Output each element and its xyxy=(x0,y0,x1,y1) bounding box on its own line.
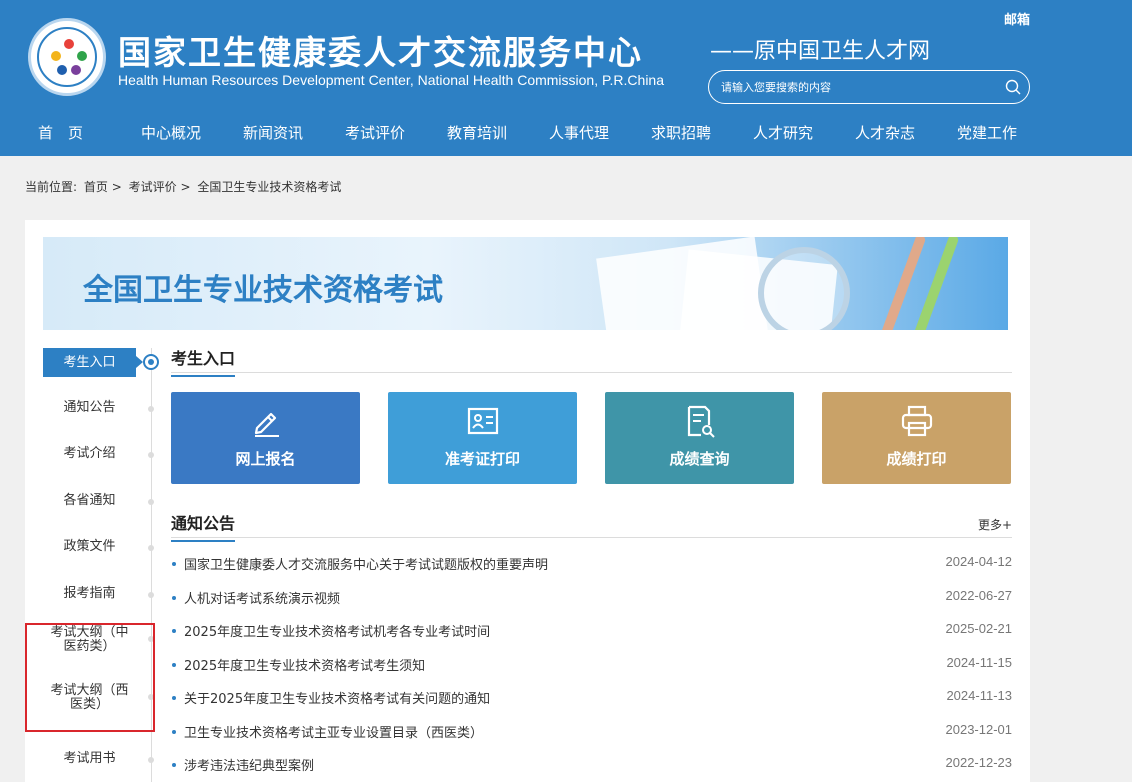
main-card: 全国卫生专业技术资格考试 考生入口 通知公告 考试介绍 各省通知 政策文件 报考… xyxy=(25,220,1030,782)
site-subtitle: Health Human Resources Development Cente… xyxy=(118,72,664,88)
notice-title[interactable]: 关于2025年度卫生专业技术资格考试有关问题的通知 xyxy=(184,688,490,707)
score-print-tile[interactable]: 成绩打印 xyxy=(822,392,1011,484)
site-title: 国家卫生健康委人才交流服务中心 xyxy=(118,33,643,72)
notice-title[interactable]: 人机对话考试系统演示视频 xyxy=(184,588,340,607)
logo-figure-icon xyxy=(64,39,74,49)
notice-date: 2022-12-23 xyxy=(945,755,1013,770)
nav-magazine[interactable]: 人才杂志 xyxy=(855,122,915,143)
highlight-box xyxy=(25,623,155,732)
notice-title[interactable]: 卫生专业技术资格考试主亚专业设置目录（西医类） xyxy=(184,722,483,741)
notice-date: 2023-12-01 xyxy=(945,721,1013,737)
bullet xyxy=(172,696,176,700)
nav-news[interactable]: 新闻资讯 xyxy=(243,122,303,143)
sidebar-dot xyxy=(148,452,154,458)
entrance-section-header: 考生入口 xyxy=(171,345,1012,377)
tile-label: 成绩查询 xyxy=(669,450,730,468)
tile-label: 成绩打印 xyxy=(886,450,947,468)
sidebar-dot xyxy=(148,545,154,551)
breadcrumb-current: 全国卫生专业技术资格考试 xyxy=(197,180,342,194)
tile-label: 准考证打印 xyxy=(444,450,520,468)
list-item[interactable]: 卫生专业技术资格考试主亚专业设置目录（西医类） 2023-12-01 xyxy=(171,720,1012,754)
search-input[interactable] xyxy=(721,77,991,97)
nav-about[interactable]: 中心概况 xyxy=(141,122,201,143)
site-logo[interactable] xyxy=(28,18,106,96)
sidebar-dot xyxy=(148,757,154,763)
id-card-icon xyxy=(467,407,499,435)
search-icon[interactable] xyxy=(1005,79,1021,95)
breadcrumb-exam[interactable]: 考试评价 xyxy=(129,180,177,194)
notices-section-header: 通知公告 更多+ xyxy=(171,510,1012,542)
list-item[interactable]: 2025年度卫生专业技术资格考试考生须知 2024-11-15 xyxy=(171,653,1012,687)
list-item[interactable]: 人机对话考试系统演示视频 2022-06-27 xyxy=(171,586,1012,620)
notice-date: 2024-11-13 xyxy=(946,688,1012,703)
bullet xyxy=(172,595,176,600)
logo-ring xyxy=(37,27,97,87)
breadcrumb-separator: > xyxy=(180,180,191,194)
notice-title[interactable]: 涉考违法违纪典型案例 xyxy=(184,755,314,774)
mailbox-link[interactable]: 邮箱 xyxy=(1004,9,1030,28)
sidebar-dot xyxy=(148,406,154,412)
site-header: 国家卫生健康委人才交流服务中心 Health Human Resources D… xyxy=(0,0,1132,156)
notice-list: 国家卫生健康委人才交流服务中心关于考试试题版权的重要声明 2024-04-12 … xyxy=(171,552,1012,782)
nav-personnel[interactable]: 人事代理 xyxy=(549,122,609,143)
score-query-tile[interactable]: 成绩查询 xyxy=(605,392,794,484)
sidebar-item-exam-intro[interactable]: 考试介绍 xyxy=(43,447,136,461)
sidebar-dot xyxy=(148,592,154,598)
notice-title[interactable]: 2025年度卫生专业技术资格考试机考各专业考试时间 xyxy=(184,621,490,640)
tile-label: 网上报名 xyxy=(235,450,296,468)
sidebar-item-policy[interactable]: 政策文件 xyxy=(43,540,136,554)
list-item[interactable]: 关于2025年度卫生专业技术资格考试有关问题的通知 2024-11-13 xyxy=(171,686,1012,720)
notices-heading: 通知公告 xyxy=(171,510,236,542)
list-item[interactable]: 涉考违法违纪典型案例 2022-12-23 xyxy=(171,753,1012,782)
nav-training[interactable]: 教育培训 xyxy=(447,122,507,143)
bullet xyxy=(172,562,176,566)
breadcrumb-label: 当前位置: xyxy=(25,180,78,194)
nav-home[interactable]: 首 页 xyxy=(38,122,83,143)
notice-title[interactable]: 2025年度卫生专业技术资格考试考生须知 xyxy=(184,655,425,674)
more-link[interactable]: 更多+ xyxy=(978,516,1012,533)
logo-figure-icon xyxy=(57,65,67,75)
admission-ticket-tile[interactable]: 准考证打印 xyxy=(388,392,577,484)
notice-date: 2022-06-27 xyxy=(945,587,1013,603)
logo-figure-icon xyxy=(77,51,87,61)
notice-date: 2025-02-21 xyxy=(945,621,1013,636)
search-box xyxy=(708,70,1030,104)
banner: 全国卫生专业技术资格考试 xyxy=(43,237,1008,330)
list-item[interactable]: 国家卫生健康委人才交流服务中心关于考试试题版权的重要声明 2024-04-12 xyxy=(171,552,1012,586)
bullet xyxy=(172,729,176,734)
notice-title[interactable]: 国家卫生健康委人才交流服务中心关于考试试题版权的重要声明 xyxy=(184,554,548,573)
breadcrumb-home[interactable]: 首页 xyxy=(84,180,108,194)
sidebar-item-guide[interactable]: 报考指南 xyxy=(43,587,136,601)
printer-icon xyxy=(901,405,933,437)
sidebar-active-dot xyxy=(143,354,159,370)
nav-exam[interactable]: 考试评价 xyxy=(345,122,405,143)
list-item[interactable]: 2025年度卫生专业技术资格考试机考各专业考试时间 2025-02-21 xyxy=(171,619,1012,653)
document-search-icon xyxy=(687,405,715,438)
main-nav: 首 页 中心概况 新闻资讯 考试评价 教育培训 人事代理 求职招聘 人才研究 人… xyxy=(0,116,1132,146)
bullet xyxy=(172,763,176,767)
logo-figure-icon xyxy=(71,65,81,75)
sidebar-item-notices[interactable]: 通知公告 xyxy=(43,401,136,415)
notice-date: 2024-04-12 xyxy=(945,554,1013,569)
breadcrumb-separator: > xyxy=(111,180,122,194)
sidebar-item-provincial[interactable]: 各省通知 xyxy=(43,494,136,508)
bullet xyxy=(172,662,176,667)
logo-figure-icon xyxy=(51,51,61,61)
banner-title: 全国卫生专业技术资格考试 xyxy=(83,273,443,308)
nav-party[interactable]: 党建工作 xyxy=(957,122,1017,143)
notice-date: 2024-11-15 xyxy=(946,654,1012,670)
nav-research[interactable]: 人才研究 xyxy=(753,122,813,143)
magnifier-icon xyxy=(758,247,850,330)
online-registration-tile[interactable]: 网上报名 xyxy=(171,392,360,484)
bullet xyxy=(172,629,176,633)
breadcrumb: 当前位置: 首页 > 考试评价 > 全国卫生专业技术资格考试 xyxy=(25,178,344,195)
entrance-heading: 考生入口 xyxy=(171,345,236,377)
site-alias: ——原中国卫生人才网 xyxy=(710,39,931,64)
sidebar-item-candidate-entrance[interactable]: 考生入口 xyxy=(43,348,143,377)
sidebar-dot xyxy=(148,499,154,505)
pencil-icon xyxy=(254,412,279,437)
nav-jobs[interactable]: 求职招聘 xyxy=(651,122,711,143)
sidebar-item-books[interactable]: 考试用书 xyxy=(43,752,136,766)
